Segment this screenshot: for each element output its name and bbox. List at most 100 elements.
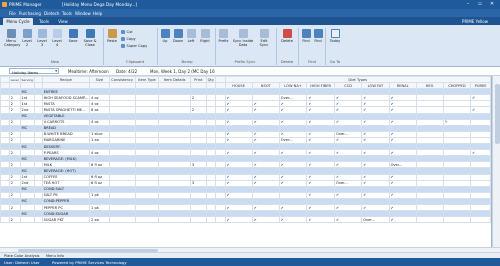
checkmark-icon: ✔ bbox=[336, 101, 340, 106]
super-copy-button[interactable]: Super Copy bbox=[121, 44, 147, 48]
checkmark-icon: ✔ bbox=[226, 101, 230, 106]
diet-check-cell[interactable]: ✔ bbox=[278, 216, 308, 224]
prefix-button[interactable]: Prefix bbox=[218, 29, 229, 43]
copy-button[interactable]: Copy bbox=[121, 37, 136, 41]
checkmark-icon: ✔ bbox=[226, 175, 230, 180]
checkmark-icon: ✔ bbox=[390, 150, 394, 155]
vertical-scrollbar[interactable] bbox=[492, 76, 500, 247]
menu-dietech[interactable]: Dietech bbox=[44, 11, 59, 16]
group-label-delete: Delete bbox=[280, 59, 294, 64]
checkmark-icon: ✔ bbox=[390, 181, 394, 186]
table-row[interactable]: 2 SUGAR PKT 2 ea ✔ ✔ ✔ ✔ ✔ Over... ✔ bbox=[0, 216, 491, 224]
status-user: User: Dietech User bbox=[4, 260, 40, 265]
bump-left-button[interactable]: Left bbox=[186, 29, 196, 43]
menu-select[interactable]: Holiday Items ▾ bbox=[9, 68, 59, 75]
checkmark-icon: ✔ bbox=[253, 101, 257, 106]
group-label-clipboard: Clipboard bbox=[125, 59, 145, 64]
tab-prime-yellow[interactable]: PRIME Yellow bbox=[455, 18, 495, 25]
diet-override-cell[interactable]: Over... bbox=[361, 216, 390, 224]
checkmark-icon: ✔ bbox=[253, 138, 257, 143]
find-button[interactable]: Find bbox=[301, 29, 311, 43]
cell-level[interactable]: 2 bbox=[8, 216, 21, 224]
edit-sync-button[interactable]: Edit Sync bbox=[256, 29, 272, 47]
menu-purchasing[interactable]: Purchasing bbox=[19, 11, 41, 16]
cell-item-details[interactable] bbox=[158, 216, 191, 224]
checkmark-icon: ✔ bbox=[253, 120, 257, 125]
checkmark-icon: ✔ bbox=[390, 193, 394, 198]
checkmark-icon: ✔ bbox=[308, 132, 312, 137]
tab-view[interactable]: View bbox=[55, 18, 71, 25]
arrow-left-icon bbox=[186, 29, 196, 38]
today-button[interactable]: Today bbox=[328, 29, 342, 43]
group-label-go-to: Go To bbox=[329, 59, 341, 64]
menu-tools[interactable]: Tools bbox=[62, 11, 72, 16]
diet-empty-cell[interactable] bbox=[415, 216, 444, 224]
menu-select-value: Holiday Items bbox=[12, 69, 39, 75]
checkmark-icon: ✔ bbox=[308, 162, 312, 167]
checkmark-icon: ✔ bbox=[226, 193, 230, 198]
checkmark-icon: ✔ bbox=[308, 138, 312, 143]
cell-item-type[interactable] bbox=[134, 216, 160, 224]
tab-menu-cycle[interactable]: Menu Cycle bbox=[3, 18, 33, 25]
app-icon bbox=[2, 2, 7, 7]
level-3-button[interactable]: Level 3 bbox=[36, 29, 48, 47]
checkmark-icon: ✔ bbox=[390, 120, 394, 125]
diet-check-cell[interactable]: ✔ bbox=[334, 216, 363, 224]
cell-serving[interactable] bbox=[19, 216, 35, 224]
diet-check-cell[interactable]: ✔ bbox=[388, 216, 417, 224]
level-2-button[interactable]: Level 2 bbox=[21, 29, 33, 47]
cell-blank[interactable] bbox=[33, 216, 43, 224]
tab-tools[interactable]: Tools bbox=[36, 18, 52, 25]
delete-button[interactable]: Delete bbox=[280, 29, 294, 43]
calendar-icon bbox=[330, 29, 340, 38]
menu-file[interactable]: File bbox=[9, 11, 16, 16]
checkmark-icon: ✔ bbox=[390, 108, 394, 113]
cell-qty[interactable] bbox=[205, 216, 216, 224]
scroll-thumb[interactable] bbox=[494, 84, 500, 144]
diet-check-cell[interactable]: ✔ bbox=[224, 216, 253, 224]
ribbon-separator bbox=[298, 28, 299, 65]
bump-up-button[interactable]: Up bbox=[160, 29, 170, 43]
checkmark-icon: ✔ bbox=[308, 150, 312, 155]
minimize-icon[interactable]: – bbox=[462, 1, 474, 8]
diet-check-cell[interactable]: ✔ bbox=[251, 216, 280, 224]
diet-empty-cell[interactable] bbox=[470, 216, 491, 224]
find-next-button[interactable]: Find bbox=[313, 29, 323, 43]
sync-inside-button[interactable]: Sync Inside Data bbox=[232, 29, 254, 47]
diet-empty-cell[interactable] bbox=[442, 216, 472, 224]
paste-button[interactable]: Paste bbox=[106, 29, 118, 43]
menu-bar: File Purchasing Dietech Tools Window Hel… bbox=[0, 9, 500, 17]
bump-right-button[interactable]: Right bbox=[199, 29, 211, 43]
cell-extra[interactable] bbox=[214, 216, 226, 224]
ribbon-separator bbox=[157, 28, 158, 65]
super-copy-icon bbox=[121, 44, 125, 48]
save-button[interactable]: Save bbox=[67, 29, 79, 43]
row-selector[interactable] bbox=[0, 216, 10, 224]
checkmark-icon: ✔ bbox=[253, 132, 257, 137]
checkmark-icon: ✔ bbox=[308, 101, 312, 106]
checkmark-icon: ✔ bbox=[280, 217, 284, 222]
copy-icon bbox=[121, 37, 125, 41]
diet-check-cell[interactable]: ✔ bbox=[306, 216, 336, 224]
ribbon-tabs: Menu Cycle Tools View PRIME Yellow bbox=[0, 17, 500, 25]
cut-button[interactable]: Cut bbox=[121, 30, 133, 34]
checkmark-icon: ✔ bbox=[390, 205, 394, 210]
cell-size[interactable]: 2 ea bbox=[89, 216, 110, 224]
menu-category-button[interactable]: Menu Category bbox=[4, 29, 20, 47]
cell-consistency[interactable] bbox=[108, 216, 136, 224]
checkmark-icon: ✔ bbox=[253, 181, 257, 186]
menu-help[interactable]: Help bbox=[93, 11, 102, 16]
menu-window[interactable]: Window bbox=[75, 11, 91, 16]
status-powered-by: Powered by PRIME Services Technology bbox=[52, 260, 127, 265]
checkmark-icon: ✔ bbox=[308, 120, 312, 125]
close-icon[interactable]: ✕ bbox=[486, 1, 498, 8]
checkmark-icon: ✔ bbox=[226, 162, 230, 167]
cell-recipe[interactable]: SUGAR PKT bbox=[41, 216, 91, 224]
bump-down-button[interactable]: Down bbox=[172, 29, 184, 43]
save-close-button[interactable]: Save & Close bbox=[82, 29, 98, 47]
checkmark-icon: ✔ bbox=[308, 217, 312, 222]
maximize-icon[interactable]: ▫ bbox=[474, 1, 486, 8]
level-4-button[interactable]: Level 4 bbox=[51, 29, 63, 47]
status-bar: User: Dietech User Powered by PRIME Serv… bbox=[0, 258, 500, 266]
cell-print[interactable] bbox=[189, 216, 207, 224]
